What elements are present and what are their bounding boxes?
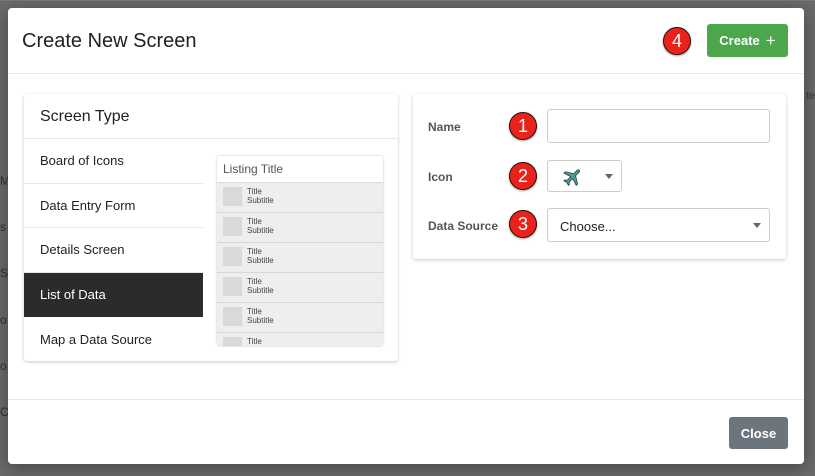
data-source-select[interactable]: Choose... — [547, 208, 770, 242]
modal-title: Create New Screen — [22, 30, 197, 52]
preview-row-title: Title — [247, 277, 262, 286]
preview-title: Listing Title — [217, 156, 383, 183]
preview-thumbnail — [223, 247, 242, 266]
preview-thumbnail — [223, 217, 242, 236]
icon-select[interactable] — [547, 160, 622, 192]
preview-row-title: Title — [247, 307, 262, 316]
preview-row: Title Subtitle — [217, 303, 383, 333]
screen-type-list: Board of Icons Data Entry Form Details S… — [24, 139, 203, 361]
preview-row-subtitle: Subtitle — [247, 316, 274, 325]
create-screen-modal: Create New Screen 4 Create + Screen Type… — [8, 8, 804, 464]
name-label: Name — [428, 120, 461, 134]
preview-row-title: Title — [247, 187, 262, 196]
modal-footer: Close — [8, 399, 804, 464]
preview-row: Title — [217, 333, 383, 346]
bg-fragment: o — [0, 313, 7, 327]
screen-type-data-entry-form[interactable]: Data Entry Form — [24, 184, 203, 228]
plus-icon: + — [765, 31, 776, 50]
screen-type-card: Screen Type Board of Icons Data Entry Fo… — [24, 94, 398, 361]
screen-type-board-of-icons[interactable]: Board of Icons — [24, 139, 203, 184]
callout-badge-4: 4 — [663, 27, 691, 55]
modal-header: Create New Screen 4 Create + — [8, 8, 804, 74]
callout-badge-1: 1 — [509, 112, 537, 140]
screen-type-map-a-data-source[interactable]: Map a Data Source — [24, 317, 203, 361]
data-source-label: Data Source — [428, 219, 499, 233]
preview-row: Title Subtitle — [217, 183, 383, 213]
create-button-label: Create — [719, 33, 760, 48]
close-button[interactable]: Close — [729, 417, 788, 449]
screen-type-title: Screen Type — [40, 108, 130, 125]
preview-row-title: Title — [247, 217, 262, 226]
bg-fragment: o — [0, 359, 7, 373]
chevron-down-icon — [753, 223, 761, 228]
preview-thumbnail — [223, 277, 242, 296]
preview-thumbnail — [223, 187, 242, 206]
screen-type-list-of-data[interactable]: List of Data — [24, 272, 203, 317]
screen-settings-card: Name 1 Icon 2 Data Source 3 Choose... — [413, 94, 786, 259]
preview-thumbnail — [223, 337, 242, 346]
preview-row-subtitle: Subtitle — [247, 286, 274, 295]
preview-row: Title Subtitle — [217, 243, 383, 273]
name-input[interactable] — [547, 109, 770, 143]
preview-row: Title Subtitle — [217, 213, 383, 243]
screen-type-details-screen[interactable]: Details Screen — [24, 228, 203, 273]
preview-row: Title Subtitle — [217, 273, 383, 303]
preview-row-subtitle: Subtitle — [247, 226, 274, 235]
create-button[interactable]: Create + — [707, 24, 788, 57]
icon-label: Icon — [428, 170, 453, 184]
data-source-value: Choose... — [560, 219, 616, 234]
preview-row-subtitle: Subtitle — [247, 196, 274, 205]
callout-badge-3: 3 — [509, 210, 537, 238]
callout-badge-2: 2 — [509, 162, 537, 190]
screen-preview: Listing Title Title Subtitle Title Subti… — [217, 156, 383, 346]
bg-fragment: s — [0, 220, 6, 234]
preview-row-subtitle: Subtitle — [247, 256, 274, 265]
preview-row-title: Title — [247, 337, 262, 346]
bg-divider — [0, 0, 815, 1]
chevron-down-icon — [605, 174, 613, 179]
airplane-icon — [563, 169, 580, 187]
preview-thumbnail — [223, 307, 242, 326]
preview-row-title: Title — [247, 247, 262, 256]
